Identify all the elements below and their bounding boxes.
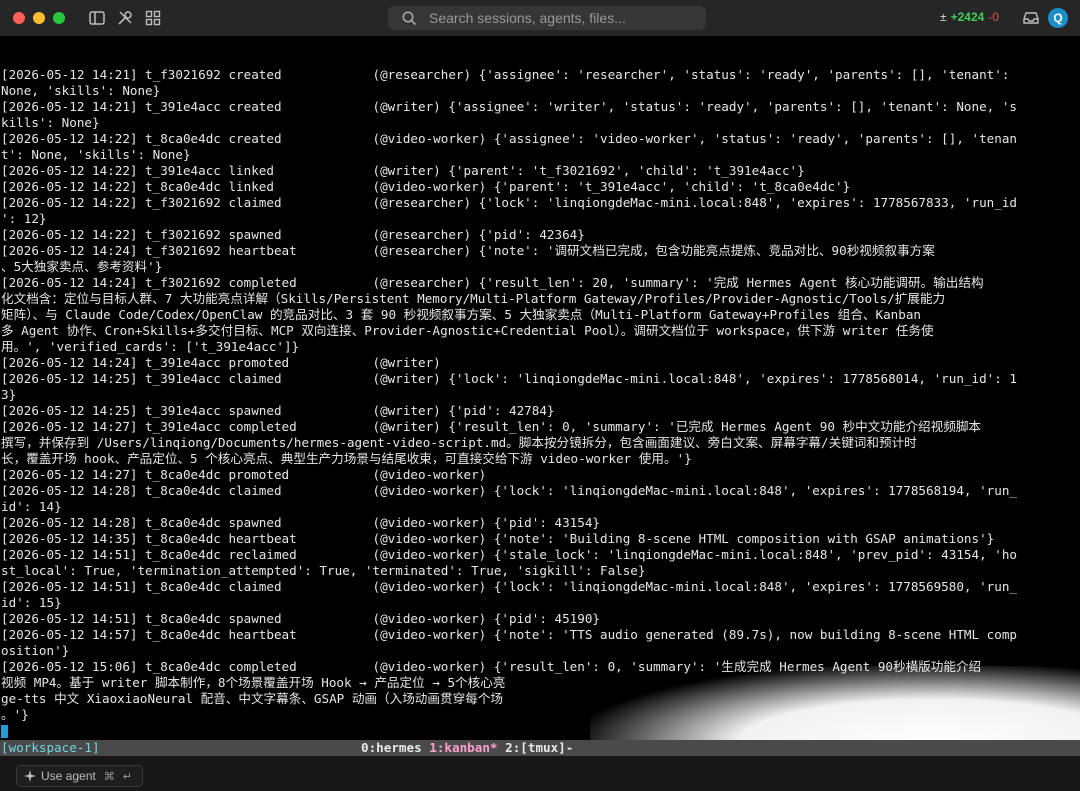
tmux-window-list: 0:hermes 1:kanban* 2:[tmux]-: [361, 740, 573, 756]
terminal-line: [2026-05-12 14:57] t_8ca0e4dc heartbeat …: [1, 627, 1017, 642]
terminal-line: [2026-05-12 14:25] t_391e4acc claimed (@…: [1, 371, 1017, 386]
use-agent-label: Use agent: [41, 769, 96, 783]
terminal-line: [2026-05-12 14:22] t_f3021692 spawned (@…: [1, 227, 585, 242]
tmux-status-bar: [workspace-1] 0:hermes 1:kanban* 2:[tmux…: [0, 740, 1080, 756]
agent-sparkle-icon: [24, 770, 36, 782]
white-overlay-smear: [590, 666, 1080, 740]
terminal-line: 多 Agent 协作、Cron+Skills+多交付目标、MCP 双向连接、Pr…: [1, 323, 934, 338]
terminal-line: [2026-05-12 14:21] t_391e4acc created (@…: [1, 99, 1017, 114]
tmux-session-name: [workspace-1]: [1, 740, 100, 755]
terminal-line: [2026-05-12 14:27] t_8ca0e4dc promoted (…: [1, 467, 487, 482]
terminal-line: id': 14}: [1, 499, 62, 514]
terminal-line: [2026-05-12 14:51] t_8ca0e4dc claimed (@…: [1, 579, 1017, 594]
terminal-line: st_local': True, 'termination_attempted'…: [1, 563, 646, 578]
close-window-button[interactable]: [13, 12, 25, 24]
terminal-line: 矩阵）、与 Claude Code/Codex/OpenClaw 的竞品对比、3…: [1, 307, 921, 322]
terminal-output: [2026-05-12 14:21] t_f3021692 created (@…: [1, 67, 1079, 723]
terminal-line: 长，覆盖开场 hook、产品定位、5 个核心亮点、典型生产力场景与结尾收束，可直…: [1, 451, 692, 466]
terminal-line: 化文档含：定位与目标人群、7 大功能亮点详解（Skills/Persistent…: [1, 291, 946, 306]
tmux-window-2[interactable]: 2:[tmux]-: [505, 740, 573, 755]
tmux-window-0[interactable]: 0:hermes: [361, 740, 422, 755]
grid-icon[interactable]: [144, 9, 162, 27]
terminal-line: [2026-05-12 14:22] t_8ca0e4dc linked (@v…: [1, 179, 851, 194]
terminal-pane[interactable]: [2026-05-12 14:21] t_f3021692 created (@…: [0, 36, 1080, 740]
diff-icon: ±: [940, 10, 947, 24]
terminal-line: [2026-05-12 14:25] t_391e4acc spawned (@…: [1, 403, 555, 418]
terminal-line: t': None, 'skills': None}: [1, 147, 191, 162]
terminal-line: [2026-05-12 14:22] t_f3021692 claimed (@…: [1, 195, 1017, 210]
terminal-line: id': 15}: [1, 595, 62, 610]
bottom-bar: Use agent ⌘ ↵: [0, 756, 1080, 791]
terminal-line: 、5大独家卖点、参考资料'}: [1, 259, 163, 274]
terminal-line: [2026-05-12 14:22] t_8ca0e4dc created (@…: [1, 131, 1017, 146]
terminal-line: kills': None}: [1, 115, 100, 130]
avatar[interactable]: Q: [1048, 8, 1068, 28]
search-icon: [402, 11, 417, 26]
terminal-line: ': 12}: [1, 211, 47, 226]
inbox-icon[interactable]: [1022, 10, 1040, 26]
additions-count: +2424: [950, 10, 985, 24]
terminal-line: 3}: [1, 387, 17, 402]
search-input[interactable]: Search sessions, agents, files...: [388, 6, 706, 30]
search-placeholder: Search sessions, agents, files...: [429, 10, 626, 26]
terminal-line: [2026-05-12 14:24] t_391e4acc promoted (…: [1, 355, 441, 370]
terminal-line: [2026-05-12 14:22] t_391e4acc linked (@w…: [1, 163, 805, 178]
terminal-line: [2026-05-12 14:27] t_391e4acc completed …: [1, 419, 982, 434]
terminal-line: [2026-05-12 14:51] t_8ca0e4dc spawned (@…: [1, 611, 600, 626]
enter-key-icon: ↵: [122, 770, 132, 783]
minimize-window-button[interactable]: [33, 12, 45, 24]
deletions-count: -0: [988, 10, 999, 24]
terminal-line: 用。', 'verified_cards': ['t_391e4acc']}: [1, 339, 300, 354]
tmux-window-1[interactable]: 1:kanban*: [429, 740, 497, 755]
terminal-line: [2026-05-12 14:21] t_f3021692 created (@…: [1, 67, 1010, 82]
terminal-line: [2026-05-12 14:28] t_8ca0e4dc spawned (@…: [1, 515, 600, 530]
terminal-line: [2026-05-12 14:35] t_8ca0e4dc heartbeat …: [1, 531, 995, 546]
terminal-line: None, 'skills': None}: [1, 83, 161, 98]
shortcut-command-icon: ⌘: [103, 770, 115, 783]
terminal-cursor: [1, 725, 8, 738]
terminal-line: [2026-05-12 14:24] t_f3021692 completed …: [1, 275, 984, 290]
use-agent-button[interactable]: Use agent ⌘ ↵: [16, 765, 143, 787]
title-bar: Search sessions, agents, files... ± +2424…: [0, 0, 1080, 36]
terminal-line: osition'}: [1, 643, 70, 658]
sidebar-toggle-icon[interactable]: [88, 9, 106, 27]
diff-stats[interactable]: ± +2424 -0: [940, 10, 999, 24]
terminal-line: [2026-05-12 14:28] t_8ca0e4dc claimed (@…: [1, 483, 1017, 498]
zoom-window-button[interactable]: [53, 12, 65, 24]
terminal-line: 撰写，并保存到 /Users/linqiong/Documents/hermes…: [1, 435, 917, 450]
terminal-line: [2026-05-12 14:51] t_8ca0e4dc reclaimed …: [1, 547, 1017, 562]
terminal-line: [2026-05-12 14:24] t_f3021692 heartbeat …: [1, 243, 935, 258]
tools-icon[interactable]: [116, 9, 134, 27]
